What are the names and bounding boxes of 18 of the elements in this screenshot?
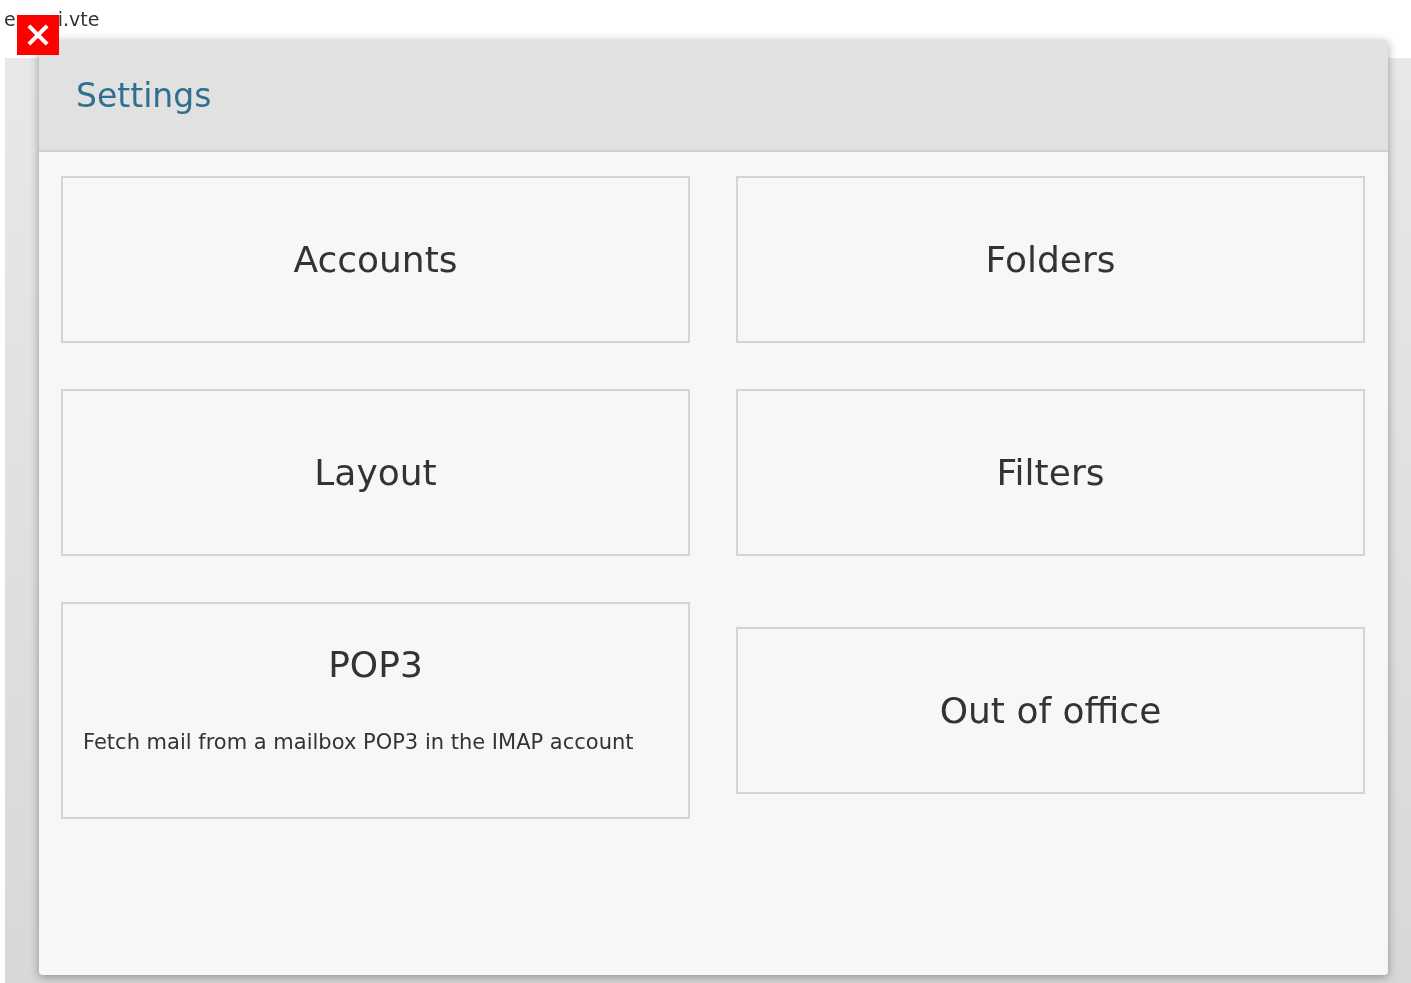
page-text: e <box>4 8 16 30</box>
tile-title: Layout <box>314 452 437 493</box>
settings-tile[interactable]: Accounts <box>61 176 690 343</box>
dialog-title: Settings <box>76 75 212 115</box>
page-text: i.vte <box>57 8 100 30</box>
tile-title: Folders <box>985 239 1116 280</box>
close-icon <box>25 22 51 48</box>
tile-description: Fetch mail from a mailbox POP3 in the IMAP account <box>83 729 635 756</box>
settings-tile[interactable]: Out of office <box>736 627 1365 794</box>
settings-tile[interactable]: Filters <box>736 389 1365 556</box>
close-button[interactable] <box>17 15 59 55</box>
settings-tile[interactable]: Layout <box>61 389 690 556</box>
tile-title: Out of office <box>939 690 1162 731</box>
tile-title: POP3 <box>327 644 424 685</box>
tile-title: Filters <box>996 452 1105 493</box>
settings-tile[interactable]: Folders <box>736 176 1365 343</box>
tile-title: Accounts <box>293 239 458 280</box>
settings-tile[interactable]: POP3 Fetch mail from a mailbox POP3 in the IMAP account <box>61 602 690 819</box>
